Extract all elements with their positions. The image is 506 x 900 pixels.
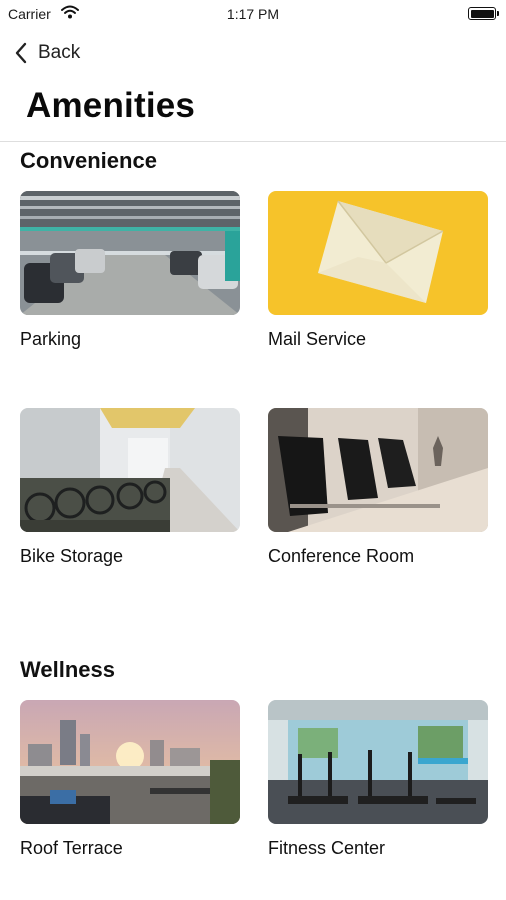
envelope-photo [268, 191, 488, 315]
amenity-card-roof-terrace[interactable]: Roof Terrace [20, 700, 240, 859]
amenity-card-conference-room[interactable]: Conference Room [268, 408, 488, 567]
status-bar: Carrier 1:17 PM [0, 0, 506, 28]
chevron-left-icon [15, 42, 27, 64]
clock: 1:17 PM [226, 6, 280, 22]
fitness-center-photo [268, 700, 488, 824]
amenity-card-fitness-center[interactable]: Fitness Center [268, 700, 488, 859]
parking-garage-photo [20, 191, 240, 315]
amenity-label-mail-service: Mail Service [268, 329, 367, 349]
header-divider [0, 141, 506, 142]
amenity-label-roof-terrace: Roof Terrace [20, 838, 123, 858]
battery-icon [468, 7, 499, 20]
amenity-card-mail-service[interactable]: Mail Service [268, 191, 488, 350]
amenity-label-conference-room: Conference Room [268, 546, 415, 566]
back-button[interactable]: Back [14, 38, 80, 68]
amenity-card-parking[interactable]: Parking [20, 191, 240, 350]
page-title: Amenities [26, 86, 196, 125]
amenity-card-bike-storage[interactable]: Bike Storage [20, 408, 240, 567]
conference-room-photo [268, 408, 488, 532]
amenity-label-bike-storage: Bike Storage [20, 546, 124, 566]
section-title-convenience: Convenience [20, 148, 157, 173]
amenity-label-parking: Parking [20, 329, 82, 349]
bike-storage-photo [20, 408, 240, 532]
amenity-label-fitness-center: Fitness Center [268, 838, 386, 858]
section-title-wellness: Wellness [20, 657, 115, 682]
back-label: Back [38, 42, 81, 63]
roof-terrace-photo [20, 700, 240, 824]
